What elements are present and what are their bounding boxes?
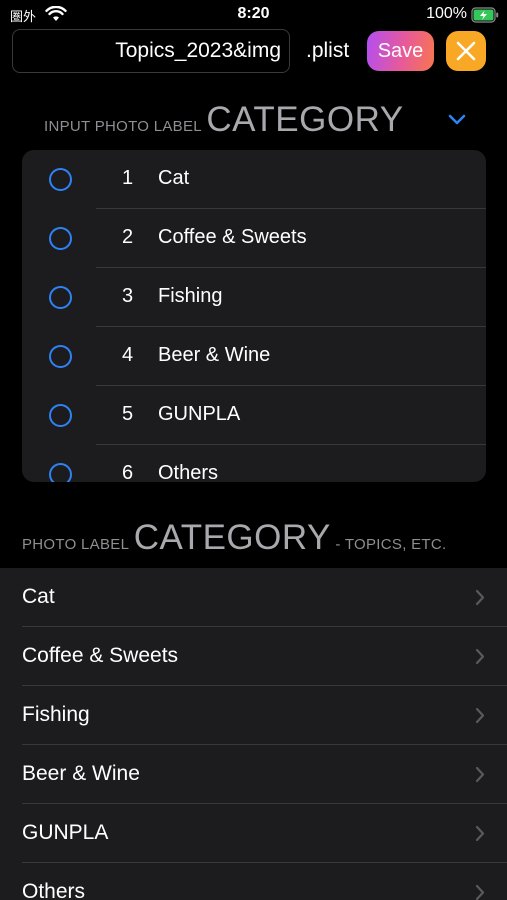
close-icon (456, 41, 476, 61)
battery-charging-icon (471, 7, 499, 28)
option-label: Others (158, 462, 219, 482)
filename-input[interactable]: Topics_2023&img (12, 29, 290, 73)
input-category-list: 1 Cat 2 Coffee & Sweets 3 Fishing 4 Beer… (22, 150, 486, 482)
radio-circle-icon[interactable] (49, 404, 72, 427)
list-item-others[interactable]: Others (0, 863, 507, 900)
list-section-title: CATEGORY (133, 518, 331, 557)
list-item-label: GUNPLA (22, 821, 109, 844)
option-label: GUNPLA (158, 403, 241, 425)
list-item-cat[interactable]: Cat (0, 568, 507, 627)
option-label: Fishing (158, 285, 223, 307)
list-item-label: Others (22, 880, 86, 900)
category-option-5[interactable]: 5 GUNPLA (22, 386, 486, 445)
list-item-label: Cat (22, 585, 55, 608)
radio-circle-icon[interactable] (49, 227, 72, 250)
radio-circle-icon[interactable] (49, 345, 72, 368)
input-section-prefix: INPUT PHOTO LABEL (44, 118, 202, 135)
option-number: 1 (122, 167, 134, 189)
option-number: 6 (122, 462, 134, 482)
category-option-1[interactable]: 1 Cat (22, 150, 486, 209)
chevron-right-icon (475, 766, 485, 788)
chevron-down-icon[interactable] (447, 112, 467, 131)
list-item-fishing[interactable]: Fishing (0, 686, 507, 745)
category-option-6[interactable]: 6 Others (22, 445, 486, 482)
list-section-suffix: - TOPICS, ETC. (335, 536, 447, 553)
list-item-label: Fishing (22, 703, 90, 726)
input-section-title: CATEGORY (206, 100, 404, 139)
option-label: Cat (158, 167, 190, 189)
radio-circle-icon[interactable] (49, 286, 72, 309)
file-extension-label: .plist (306, 39, 350, 62)
option-number: 5 (122, 403, 134, 425)
list-item-gunpla[interactable]: GUNPLA (0, 804, 507, 863)
close-button[interactable] (446, 31, 486, 71)
chevron-right-icon (475, 825, 485, 847)
option-number: 3 (122, 285, 134, 307)
list-item-label: Coffee & Sweets (22, 644, 179, 667)
input-section-header: INPUT PHOTO LABEL CATEGORY (44, 100, 404, 140)
battery-percent: 100% (426, 5, 467, 22)
save-button[interactable]: Save (367, 31, 434, 71)
radio-circle-icon[interactable] (49, 168, 72, 191)
option-label: Coffee & Sweets (158, 226, 307, 248)
category-option-4[interactable]: 4 Beer & Wine (22, 327, 486, 386)
option-number: 2 (122, 226, 134, 248)
chevron-right-icon (475, 707, 485, 729)
option-label: Beer & Wine (158, 344, 271, 366)
list-section-prefix: PHOTO LABEL (22, 536, 130, 553)
option-number: 4 (122, 344, 134, 366)
chevron-right-icon (475, 589, 485, 611)
category-list: Cat Coffee & Sweets Fishing Beer & Wine … (0, 568, 507, 900)
list-item-label: Beer & Wine (22, 762, 140, 785)
list-item-beer-wine[interactable]: Beer & Wine (0, 745, 507, 804)
radio-circle-icon[interactable] (49, 463, 72, 482)
list-section-header: PHOTO LABEL CATEGORY - TOPICS, ETC. (22, 518, 447, 558)
chevron-right-icon (475, 648, 485, 670)
category-option-2[interactable]: 2 Coffee & Sweets (22, 209, 486, 268)
category-option-3[interactable]: 3 Fishing (22, 268, 486, 327)
list-item-coffee-sweets[interactable]: Coffee & Sweets (0, 627, 507, 686)
chevron-right-icon (475, 884, 485, 900)
status-bar: 圏外 8:20 100% (0, 0, 507, 30)
